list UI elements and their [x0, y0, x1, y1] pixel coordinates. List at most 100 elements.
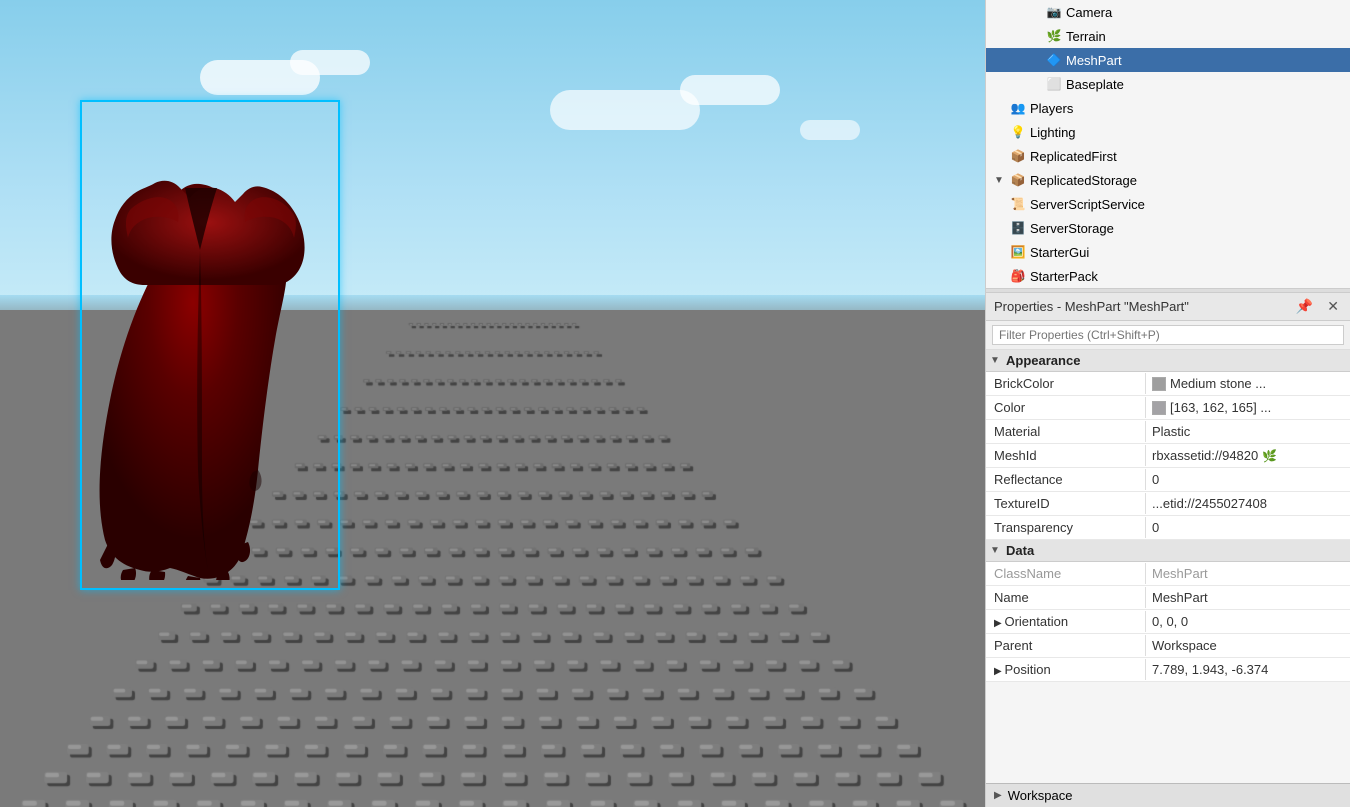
item-label-replicatedfirst: ReplicatedFirst: [1030, 149, 1117, 164]
item-label-players: Players: [1030, 101, 1073, 116]
prop-value-meshid[interactable]: rbxassetid://94820🌿: [1146, 445, 1350, 466]
tree-item-terrain[interactable]: 🌿 Terrain: [986, 24, 1350, 48]
section-header-data[interactable]: ▼ Data: [986, 540, 1350, 562]
prop-row-name[interactable]: NameMeshPart: [986, 586, 1350, 610]
explorer-panel[interactable]: 📷 Camera 🌿 Terrain 🔷MeshPart⬜Baseplate 👥 Playe…: [986, 0, 1350, 289]
prop-value-parent[interactable]: Workspace: [1146, 635, 1350, 656]
tree-item-replicatedstorage[interactable]: ▼ 📦 ReplicatedStorage: [986, 168, 1350, 192]
workspace-label: Workspace: [1008, 788, 1073, 803]
prop-row-reflectance[interactable]: Reflectance0: [986, 468, 1350, 492]
collapse-icon-data: ▼: [990, 545, 1002, 556]
props-content: ▼ Appearance BrickColorMedium stone ...Col…: [986, 350, 1350, 682]
tree-item-lighting[interactable]: 💡 Lighting: [986, 120, 1350, 144]
right-panel: 📷Camera🌿Terrain🔷MeshPart⬜Baseplate👥Playe…: [985, 0, 1350, 807]
properties-panel: Properties - MeshPart "MeshPart" 📌 ✕ ▼ Ap…: [986, 293, 1350, 783]
item-icon-players: 👥: [1010, 100, 1026, 116]
prop-row-position[interactable]: ▶ Position7.789, 1.943, -6.374: [986, 658, 1350, 682]
item-icon-lighting: 💡: [1010, 124, 1026, 140]
prop-name-meshid: MeshId: [986, 445, 1146, 466]
item-icon-starterpack: 🎒: [1010, 268, 1026, 284]
prop-row-orientation[interactable]: ▶ Orientation0, 0, 0: [986, 610, 1350, 634]
cloud-3: [550, 90, 700, 130]
item-icon-serverstorage: 🗄️: [1010, 220, 1026, 236]
item-label-starterpack: StarterPack: [1030, 269, 1098, 284]
filter-bar: [986, 321, 1350, 350]
prop-name-classname: ClassName: [986, 563, 1146, 584]
item-label-terrain: Terrain: [1066, 29, 1106, 44]
item-label-camera: Camera: [1066, 5, 1112, 20]
prop-name-material: Material: [986, 421, 1146, 442]
mesh-svg: [90, 110, 330, 580]
prop-row-transparency[interactable]: Transparency0: [986, 516, 1350, 540]
item-label-lighting: Lighting: [1030, 125, 1076, 140]
item-label-replicatedstorage: ReplicatedStorage: [1030, 173, 1137, 188]
prop-value-material[interactable]: Plastic: [1146, 421, 1350, 442]
prop-name-color: Color: [986, 397, 1146, 418]
prop-value-textureid[interactable]: ...etid://2455027408: [1146, 493, 1350, 514]
item-icon-replicatedstorage: 📦: [1010, 172, 1026, 188]
prop-value-color[interactable]: [163, 162, 165] ...: [1146, 397, 1350, 418]
filter-input[interactable]: [992, 325, 1344, 345]
prop-value-transparency[interactable]: 0: [1146, 517, 1350, 538]
tree-item-camera[interactable]: 📷 Camera: [986, 0, 1350, 24]
viewport: [0, 0, 985, 807]
prop-value-position[interactable]: 7.789, 1.943, -6.374: [1146, 659, 1350, 680]
section-label-appearance: Appearance: [1006, 353, 1080, 368]
workspace-expand-icon: ▶: [994, 790, 1002, 801]
pin-button[interactable]: 📌: [1293, 297, 1316, 316]
prop-name-transparency: Transparency: [986, 517, 1146, 538]
collapse-icon-appearance: ▼: [990, 355, 1002, 366]
color-swatch-color: [1152, 401, 1166, 415]
color-swatch-brickcolor: [1152, 377, 1166, 391]
cloud-5: [800, 120, 860, 140]
item-label-serverstorage: ServerStorage: [1030, 221, 1114, 236]
item-icon-replicatedfirst: 📦: [1010, 148, 1026, 164]
section-header-appearance[interactable]: ▼ Appearance: [986, 350, 1350, 372]
tree-item-players[interactable]: 👥 Players: [986, 96, 1350, 120]
item-icon-startergui: 🖼️: [1010, 244, 1026, 260]
prop-name-orientation: ▶ Orientation: [986, 611, 1146, 632]
tree-item-serverstorage[interactable]: 🗄️ ServerStorage: [986, 216, 1350, 240]
expand-arrow-replicatedstorage[interactable]: ▼: [994, 175, 1006, 186]
tree-item-replicatedfirst[interactable]: 📦 ReplicatedFirst: [986, 144, 1350, 168]
item-label-startergui: StarterGui: [1030, 245, 1089, 260]
expand-prop-position[interactable]: ▶: [994, 666, 1004, 677]
tree-item-startergui[interactable]: 🖼️ StarterGui: [986, 240, 1350, 264]
prop-name-name: Name: [986, 587, 1146, 608]
prop-row-textureid[interactable]: TextureID...etid://2455027408: [986, 492, 1350, 516]
prop-name-parent: Parent: [986, 635, 1146, 656]
tree-item-baseplate[interactable]: ⬜Baseplate: [986, 72, 1350, 96]
expand-prop-orientation[interactable]: ▶: [994, 618, 1004, 629]
cloud-4: [680, 75, 780, 105]
prop-row-meshid[interactable]: MeshIdrbxassetid://94820🌿: [986, 444, 1350, 468]
tree-item-serverscriptservice[interactable]: 📜ServerScriptService: [986, 192, 1350, 216]
prop-row-color[interactable]: Color[163, 162, 165] ...: [986, 396, 1350, 420]
mesh-object[interactable]: [80, 100, 340, 590]
tree-item-starterpack[interactable]: 🎒 StarterPack: [986, 264, 1350, 288]
section-label-data: Data: [1006, 543, 1034, 558]
prop-name-reflectance: Reflectance: [986, 469, 1146, 490]
properties-header: Properties - MeshPart "MeshPart" 📌 ✕: [986, 293, 1350, 321]
item-label-baseplate: Baseplate: [1066, 77, 1124, 92]
item-icon-meshpart: 🔷: [1046, 52, 1062, 68]
workspace-bar[interactable]: ▶ Workspace: [986, 783, 1350, 807]
properties-title: Properties - MeshPart "MeshPart": [994, 299, 1189, 314]
prop-row-parent[interactable]: ParentWorkspace: [986, 634, 1350, 658]
prop-value-orientation[interactable]: 0, 0, 0: [1146, 611, 1350, 632]
item-icon-serverscriptservice: 📜: [1010, 196, 1026, 212]
prop-value-brickcolor[interactable]: Medium stone ...: [1146, 373, 1350, 394]
prop-row-material[interactable]: MaterialPlastic: [986, 420, 1350, 444]
item-icon-terrain: 🌿: [1046, 28, 1062, 44]
properties-header-actions: 📌 ✕: [1293, 297, 1342, 316]
prop-row-brickcolor[interactable]: BrickColorMedium stone ...: [986, 372, 1350, 396]
prop-name-position: ▶ Position: [986, 659, 1146, 680]
item-icon-camera: 📷: [1046, 4, 1062, 20]
prop-name-textureid: TextureID: [986, 493, 1146, 514]
prop-value-classname: MeshPart: [1146, 563, 1350, 584]
close-properties-button[interactable]: ✕: [1324, 297, 1342, 316]
tree-item-meshpart[interactable]: 🔷MeshPart: [986, 48, 1350, 72]
prop-value-reflectance[interactable]: 0: [1146, 469, 1350, 490]
prop-row-classname[interactable]: ClassNameMeshPart: [986, 562, 1350, 586]
prop-value-name[interactable]: MeshPart: [1146, 587, 1350, 608]
cloud-2: [290, 50, 370, 75]
